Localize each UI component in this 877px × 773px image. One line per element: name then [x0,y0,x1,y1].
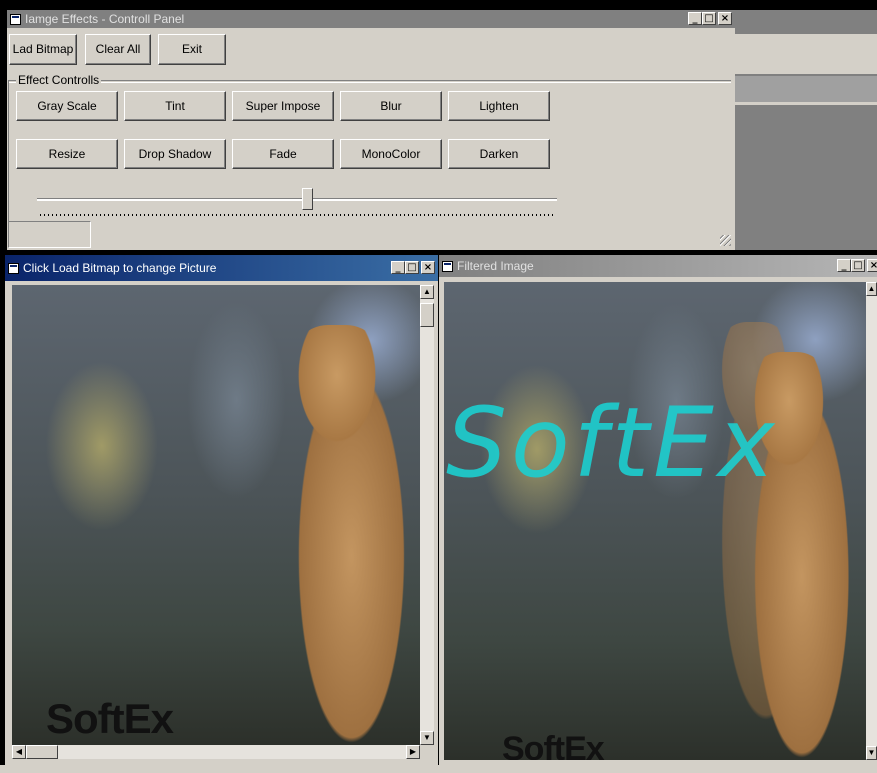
effect-controls-label: Effect Controlls [16,73,102,87]
clear-all-button[interactable]: Clear All [85,34,151,65]
scroll-down-icon[interactable]: ▼ [420,731,434,745]
close-button[interactable]: × [867,259,877,272]
lighten-button[interactable]: Lighten [448,91,550,121]
background-window [735,10,877,250]
source-window-title: Click Load Bitmap to change Picture [23,261,217,275]
resize-grip-icon[interactable] [720,235,731,246]
filtered-vertical-scrollbar[interactable]: ▲ ▼ [866,282,877,760]
scroll-left-icon[interactable]: ◀ [12,745,26,759]
filtered-window-titlebar: Filtered Image _ □ × [439,255,877,277]
tint-button[interactable]: Tint [124,91,226,121]
super-impose-button[interactable]: Super Impose [232,91,334,121]
scroll-thumb[interactable] [26,745,58,759]
scroll-up-icon[interactable]: ▲ [420,285,434,299]
gray-scale-button[interactable]: Gray Scale [16,91,118,121]
control-panel-title: Iamge Effects - Controll Panel [25,12,185,26]
slider-ticks [40,214,556,216]
resize-button[interactable]: Resize [16,139,118,169]
filtered-window-title: Filtered Image [457,259,534,273]
bottom-strip [0,765,877,773]
fade-button[interactable]: Fade [232,139,334,169]
exit-button[interactable]: Exit [158,34,226,65]
filtered-overlay-text: SoftEx [446,387,779,499]
close-button[interactable]: × [718,12,732,25]
effect-slider-thumb[interactable] [302,188,314,210]
app-icon [8,262,19,274]
cougar-image [247,325,420,745]
status-box [8,221,91,248]
maximize-button[interactable]: □ [702,12,716,25]
effect-slider-track[interactable] [37,198,557,201]
scroll-up-icon[interactable]: ▲ [866,282,877,296]
scroll-thumb[interactable] [420,303,434,327]
scroll-right-icon[interactable]: ▶ [406,745,420,759]
filtered-image: SoftEx SoftEx [444,282,866,760]
background-window-bar [735,76,877,105]
source-window-titlebar: Click Load Bitmap to change Picture _ □ … [5,255,438,281]
monocolor-button[interactable]: MonoColor [340,139,442,169]
background-window-titlebar [735,10,877,34]
source-vertical-scrollbar[interactable]: ▲ ▼ [420,285,434,745]
scroll-down-icon[interactable]: ▼ [866,746,877,760]
load-bitmap-button[interactable]: Lad Bitmap [9,34,77,65]
close-button[interactable]: × [421,261,435,274]
minimize-button[interactable]: _ [837,259,851,272]
app-icon [10,13,21,25]
filtered-watermark: SoftEx [502,730,605,760]
maximize-button[interactable]: □ [851,259,865,272]
app-icon [442,260,453,272]
source-horizontal-scrollbar[interactable]: ◀ ▶ [12,745,420,759]
drop-shadow-button[interactable]: Drop Shadow [124,139,226,169]
darken-button[interactable]: Darken [448,139,550,169]
maximize-button[interactable]: □ [405,261,419,274]
background-window-toolbar [735,34,877,75]
source-image: SoftEx [12,285,420,745]
source-watermark: SoftEx [46,695,174,742]
minimize-button[interactable]: _ [688,12,702,25]
minimize-button[interactable]: _ [391,261,405,274]
blur-button[interactable]: Blur [340,91,442,121]
control-panel-titlebar: Iamge Effects - Controll Panel _ □ × [7,10,735,28]
